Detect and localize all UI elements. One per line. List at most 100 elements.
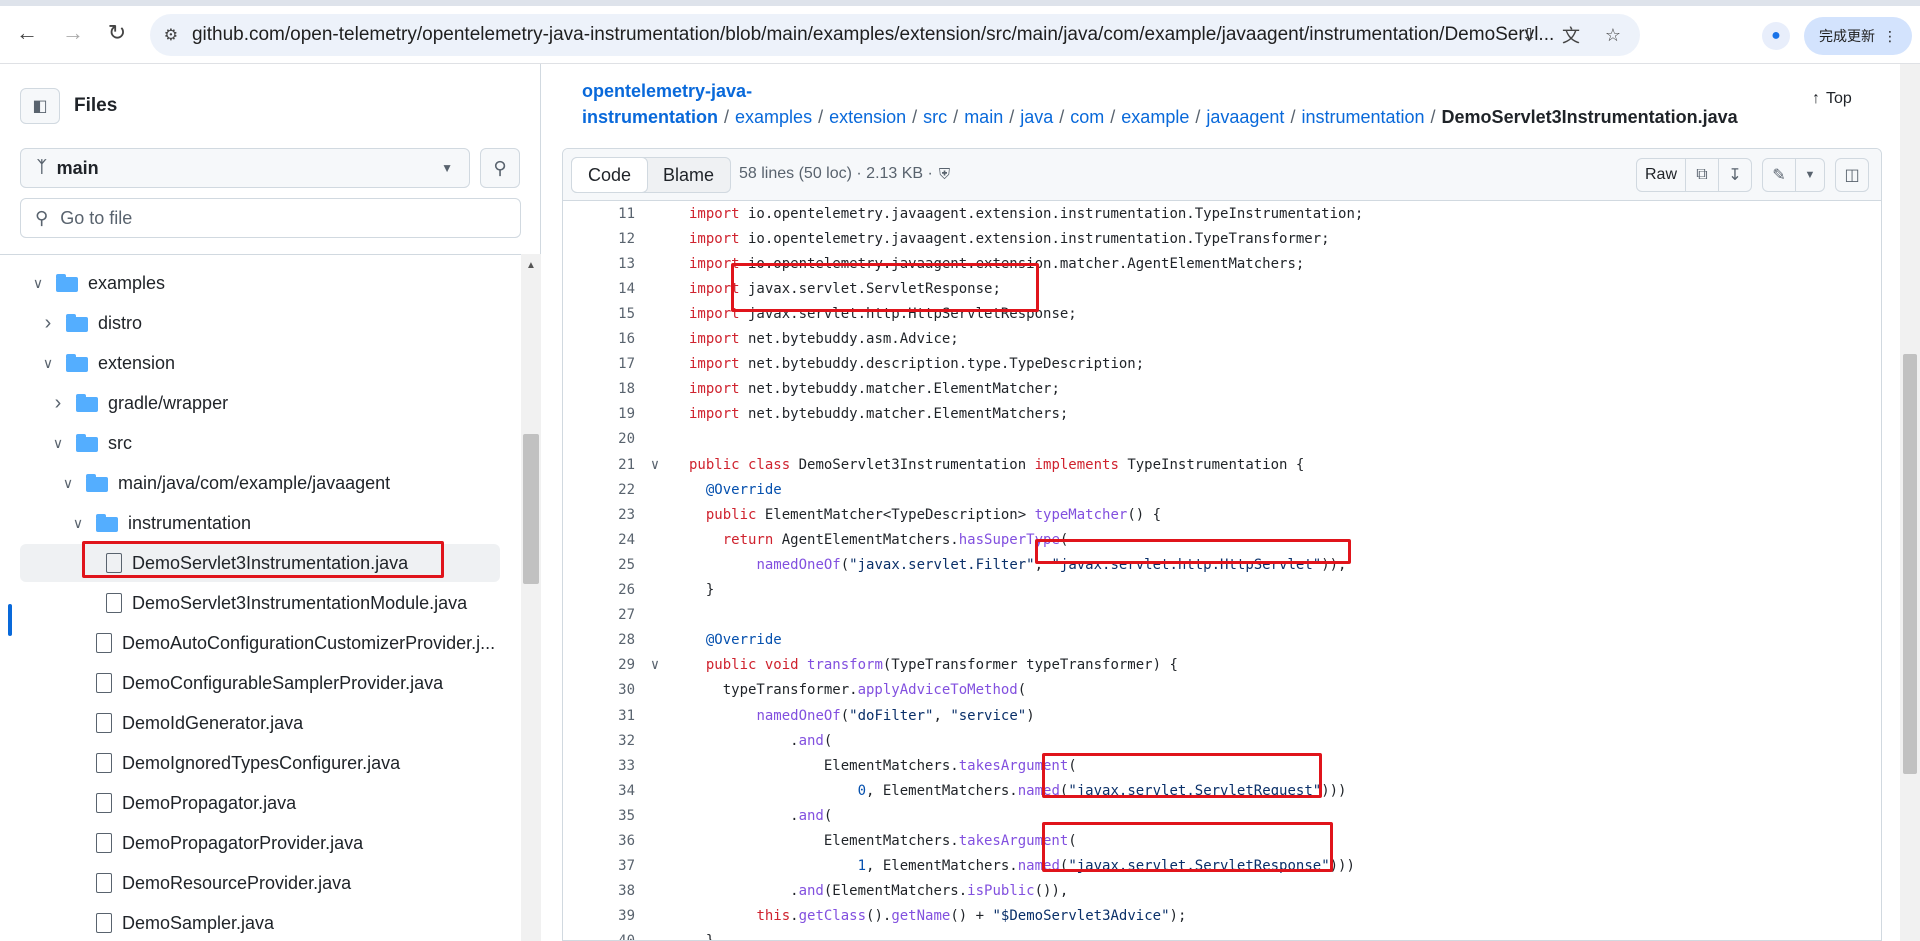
line-number[interactable]: 20 xyxy=(563,431,635,447)
chevron-down-icon[interactable]: ∨ xyxy=(68,515,88,532)
search-icon[interactable]: ⚲ xyxy=(480,148,520,188)
back-icon[interactable]: ← xyxy=(12,18,42,48)
tree-item-label: examples xyxy=(88,272,166,293)
line-number[interactable]: 35 xyxy=(563,808,635,824)
tree-folder[interactable]: ∨ instrumentation xyxy=(20,504,500,542)
top-button[interactable]: ↑ Top xyxy=(1812,90,1852,108)
chevron-down-icon[interactable]: ∨ xyxy=(48,435,68,452)
tree-file[interactable]: DemoServlet3Instrumentation.java xyxy=(20,544,500,582)
shield-icon[interactable]: ⛨ xyxy=(939,166,950,183)
line-number[interactable]: 33 xyxy=(563,758,635,774)
copy-icon[interactable]: ⧉ xyxy=(1685,158,1719,192)
branch-selector[interactable]: ᛉ main ▼ xyxy=(20,148,470,188)
breadcrumb-link[interactable]: instrumentation xyxy=(1301,107,1424,127)
update-button[interactable]: 完成更新 ⋮ xyxy=(1804,17,1912,55)
raw-button[interactable]: Raw xyxy=(1636,158,1686,192)
line-number[interactable]: 31 xyxy=(563,708,635,724)
line-number[interactable]: 23 xyxy=(563,507,635,523)
url-text[interactable]: github.com/open-telemetry/opentelemetry-… xyxy=(192,24,1640,46)
line-number[interactable]: 12 xyxy=(563,231,635,247)
breadcrumb-link[interactable]: javaagent xyxy=(1206,107,1284,127)
translate-icon[interactable]: 文 xyxy=(1558,22,1584,48)
line-number[interactable]: 37 xyxy=(563,858,635,874)
page-scrollbar[interactable] xyxy=(1900,64,1920,941)
tree-file[interactable]: DemoPropagator.java xyxy=(20,784,500,822)
download-icon[interactable]: ↧ xyxy=(1718,158,1752,192)
chevron-right-icon[interactable]: › xyxy=(48,392,68,415)
tree-folder[interactable]: › distro xyxy=(20,304,500,342)
tree-file[interactable]: DemoResourceProvider.java xyxy=(20,864,500,902)
forward-icon[interactable]: → xyxy=(58,18,88,48)
edit-dropdown-icon[interactable]: ▼ xyxy=(1795,158,1825,192)
line-number[interactable]: 38 xyxy=(563,883,635,899)
tree-file[interactable]: DemoServlet3InstrumentationModule.java xyxy=(20,584,500,622)
breadcrumb-link[interactable]: extension xyxy=(829,107,906,127)
address-bar[interactable]: ⚙ github.com/open-telemetry/opentelemetr… xyxy=(150,14,1640,56)
code-token: AgentElementMatchers. xyxy=(773,531,959,548)
breadcrumb-link[interactable]: src xyxy=(923,107,947,127)
tree-file[interactable]: DemoAutoConfigurationCustomizerProvider.… xyxy=(20,624,500,662)
line-number[interactable]: 26 xyxy=(563,582,635,598)
line-number[interactable]: 24 xyxy=(563,532,635,548)
tree-file[interactable]: DemoPropagatorProvider.java xyxy=(20,824,500,862)
collapse-sidebar-icon[interactable]: ◧ xyxy=(20,88,60,124)
go-to-file-input[interactable]: ⚲ Go to file xyxy=(20,198,521,238)
chevron-down-icon[interactable]: ∨ xyxy=(38,355,58,372)
breadcrumb-link[interactable]: example xyxy=(1121,107,1189,127)
code-token: } xyxy=(689,582,715,598)
tree-folder[interactable]: › gradle/wrapper xyxy=(20,384,500,422)
tree-folder[interactable]: ∨ src xyxy=(20,424,500,462)
line-number[interactable]: 22 xyxy=(563,482,635,498)
line-number[interactable]: 39 xyxy=(563,908,635,924)
tree-file[interactable]: DemoIgnoredTypesConfigurer.java xyxy=(20,744,500,782)
breadcrumb-link[interactable]: com xyxy=(1070,107,1104,127)
breadcrumb-link[interactable]: main xyxy=(964,107,1003,127)
tab-blame[interactable]: Blame xyxy=(647,158,730,192)
site-info-icon[interactable]: ⚙ xyxy=(150,14,192,56)
chevron-right-icon[interactable]: › xyxy=(38,312,58,335)
tree-file[interactable]: DemoSampler.java xyxy=(20,904,500,941)
scrollbar-thumb[interactable] xyxy=(1903,354,1917,774)
chevron-down-icon[interactable]: ∨ xyxy=(58,475,78,492)
line-number[interactable]: 27 xyxy=(563,607,635,623)
code-token: typeTransformer. xyxy=(689,682,858,699)
line-number[interactable]: 32 xyxy=(563,733,635,749)
line-number[interactable]: 25 xyxy=(563,557,635,573)
tree-file[interactable]: DemoConfigurableSamplerProvider.java xyxy=(20,664,500,702)
profile-avatar-icon[interactable]: ● xyxy=(1762,22,1790,50)
line-number[interactable]: 13 xyxy=(563,256,635,272)
sidebar-scrollbar[interactable]: ▲ xyxy=(521,254,541,941)
tree-folder[interactable]: ∨ examples xyxy=(20,264,500,302)
breadcrumb-link[interactable]: examples xyxy=(735,107,812,127)
line-number[interactable]: 17 xyxy=(563,356,635,372)
line-number[interactable]: 21 xyxy=(563,457,635,473)
scroll-up-icon[interactable]: ▲ xyxy=(526,260,536,271)
reload-icon[interactable]: ↻ xyxy=(102,18,132,48)
install-icon[interactable]: ⇩ xyxy=(1516,22,1542,48)
line-number[interactable]: 16 xyxy=(563,331,635,347)
line-number[interactable]: 30 xyxy=(563,682,635,698)
tree-item-label: gradle/wrapper xyxy=(108,392,229,413)
chevron-down-icon[interactable]: ∨ xyxy=(28,275,48,292)
edit-pencil-icon[interactable]: ✎ xyxy=(1762,158,1796,192)
line-number[interactable]: 40 xyxy=(563,933,635,940)
line-number[interactable]: 34 xyxy=(563,783,635,799)
tree-folder[interactable]: ∨ extension xyxy=(20,344,500,382)
breadcrumb-link[interactable]: java xyxy=(1020,107,1053,127)
line-number[interactable]: 19 xyxy=(563,406,635,422)
bookmark-star-icon[interactable]: ☆ xyxy=(1600,22,1626,48)
scrollbar-thumb[interactable] xyxy=(523,434,539,584)
tree-file[interactable]: DemoIdGenerator.java xyxy=(20,704,500,742)
symbols-panel-icon[interactable]: ◫ xyxy=(1835,158,1869,192)
fold-chevron-icon[interactable]: ∨ xyxy=(635,657,675,673)
line-number[interactable]: 36 xyxy=(563,833,635,849)
tab-code[interactable]: Code xyxy=(571,157,649,193)
line-number[interactable]: 14 xyxy=(563,281,635,297)
line-number[interactable]: 29 xyxy=(563,657,635,673)
tree-folder[interactable]: ∨ main/java/com/example/javaagent xyxy=(20,464,500,502)
line-number[interactable]: 18 xyxy=(563,381,635,397)
line-number[interactable]: 11 xyxy=(563,206,635,222)
line-number[interactable]: 15 xyxy=(563,306,635,322)
line-number[interactable]: 28 xyxy=(563,632,635,648)
fold-chevron-icon[interactable]: ∨ xyxy=(635,457,675,473)
